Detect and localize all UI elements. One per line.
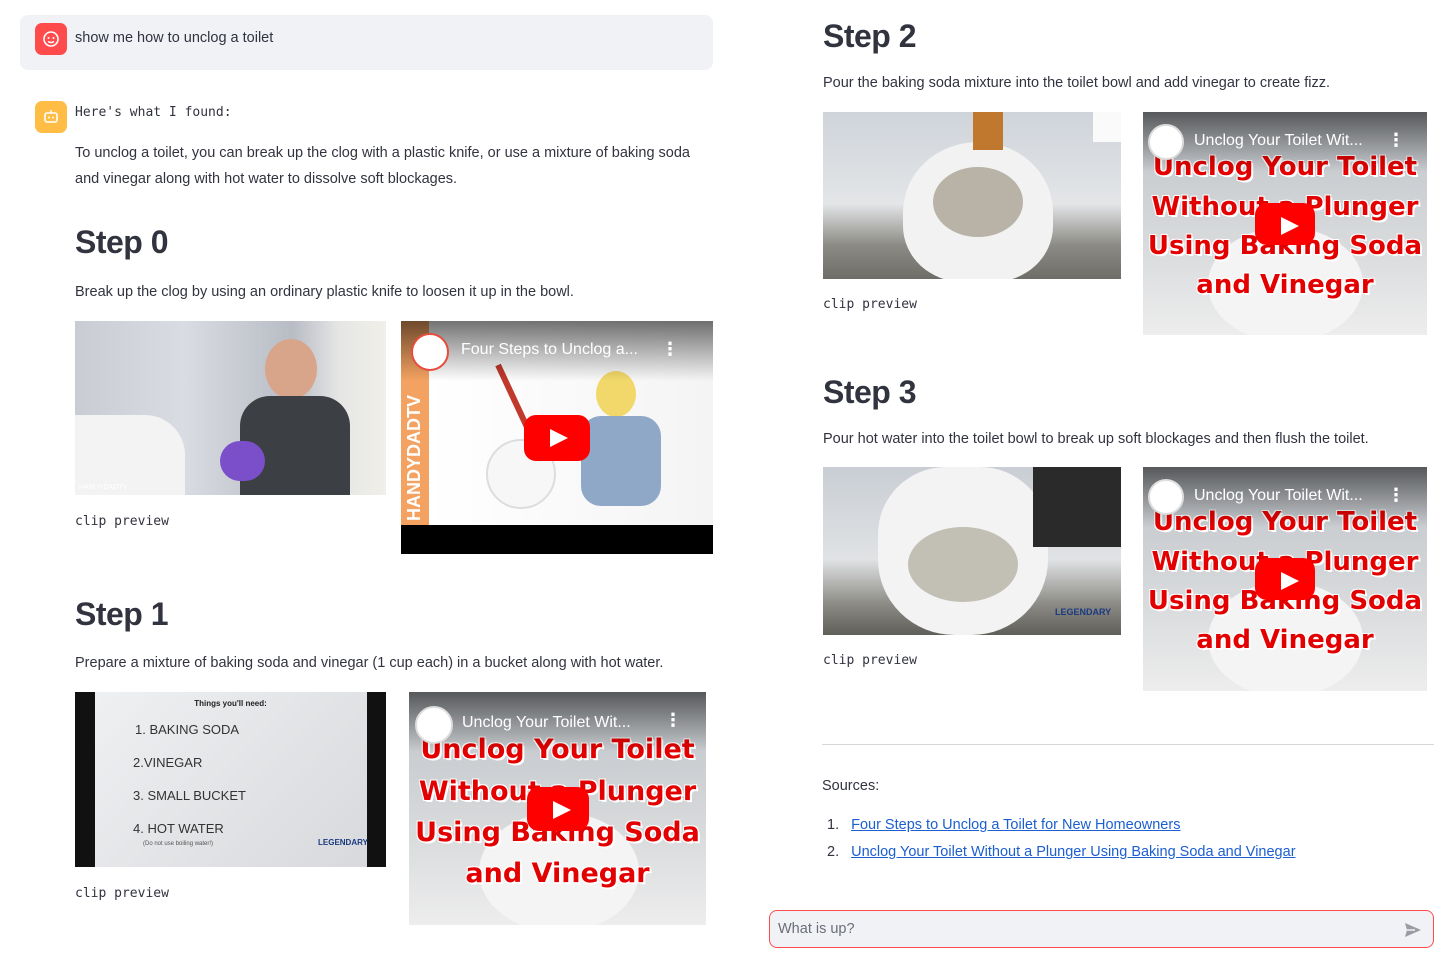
- step-1-description: Prepare a mixture of baking soda and vin…: [75, 655, 664, 671]
- more-options-icon[interactable]: ⋮: [661, 339, 679, 360]
- step-1-clip-preview[interactable]: Things you'll need: 1. BAKING SODA 2.VIN…: [75, 692, 386, 867]
- source-number: 2.: [827, 844, 840, 860]
- video-title[interactable]: Unclog Your Toilet Wit...: [1194, 132, 1363, 150]
- list-note: (Do not use boiling water!): [143, 841, 214, 847]
- step-3-video-embed[interactable]: Unclog Your Toilet Without a Plunger Usi…: [1143, 467, 1427, 691]
- play-icon[interactable]: [524, 414, 590, 461]
- step-0-video-embed[interactable]: HANDYDADTV Four Steps to Unclog a... ⋮: [401, 321, 713, 554]
- divider: [822, 744, 1434, 745]
- legendary-logo: LEGENDARY: [1055, 607, 1112, 617]
- channel-logo-icon[interactable]: [415, 706, 453, 744]
- more-options-icon[interactable]: ⋮: [1387, 130, 1405, 151]
- channel-logo-icon[interactable]: [1148, 479, 1184, 515]
- step-2-title: Step 2: [823, 18, 917, 54]
- step-3-title: Step 3: [823, 374, 917, 410]
- step-2-caption: clip preview: [823, 297, 917, 312]
- thumb-line: and Vinegar: [1196, 270, 1374, 300]
- sources-label: Sources:: [822, 778, 880, 794]
- step-2-description: Pour the baking soda mixture into the to…: [823, 75, 1330, 91]
- clip-watermark: HANDYDADTV: [79, 484, 128, 491]
- step-0-description: Break up the clog by using an ordinary p…: [75, 284, 574, 300]
- step-1-title: Step 1: [75, 596, 169, 632]
- list-item: 1. BAKING SODA: [135, 722, 240, 737]
- list-item: 4. HOT WATER: [133, 821, 224, 836]
- source-link[interactable]: Unclog Your Toilet Without a Plunger Usi…: [851, 844, 1295, 860]
- step-1-caption: clip preview: [75, 886, 169, 901]
- video-side-text: HANDYDADTV: [404, 395, 424, 521]
- chat-input[interactable]: [778, 918, 1378, 940]
- play-icon[interactable]: [1255, 558, 1315, 600]
- source-link[interactable]: Four Steps to Unclog a Toilet for New Ho…: [851, 817, 1180, 833]
- play-icon[interactable]: [1255, 202, 1315, 245]
- step-1-video-embed[interactable]: Unclog Your Toilet Without a Plunger Usi…: [409, 692, 706, 925]
- list-item: 2.VINEGAR: [133, 755, 203, 770]
- bot-avatar-icon: [35, 101, 67, 133]
- step-3-clip-preview[interactable]: LEGENDARY: [823, 467, 1121, 635]
- step-0-title: Step 0: [75, 224, 169, 260]
- step-0-clip-preview[interactable]: HANDYDADTV: [75, 321, 386, 495]
- more-options-icon[interactable]: ⋮: [1387, 485, 1405, 506]
- step-2-video-embed[interactable]: Unclog Your Toilet Without a Plunger Usi…: [1143, 112, 1427, 335]
- step-2-clip-preview[interactable]: [823, 112, 1121, 279]
- video-title[interactable]: Four Steps to Unclog a...: [461, 341, 638, 359]
- channel-logo-icon[interactable]: [411, 333, 449, 371]
- channel-logo-icon[interactable]: [1148, 124, 1184, 160]
- found-label: Here's what I found:: [75, 105, 232, 120]
- more-options-icon[interactable]: ⋮: [664, 710, 682, 731]
- user-message-text: show me how to unclog a toilet: [75, 30, 274, 46]
- video-title[interactable]: Unclog Your Toilet Wit...: [462, 714, 631, 732]
- user-avatar-icon: [35, 23, 67, 55]
- step-3-caption: clip preview: [823, 653, 917, 668]
- list-heading: Things you'll need:: [194, 699, 267, 708]
- play-icon[interactable]: [526, 786, 589, 831]
- list-item: 3. SMALL BUCKET: [133, 788, 246, 803]
- thumb-line: and Vinegar: [1196, 625, 1374, 655]
- user-message: show me how to unclog a toilet: [20, 15, 713, 70]
- legendary-logo: LEGENDARY: [318, 838, 368, 847]
- step-0-caption: clip preview: [75, 514, 169, 529]
- send-icon[interactable]: [1403, 920, 1423, 940]
- video-title[interactable]: Unclog Your Toilet Wit...: [1194, 487, 1363, 505]
- source-item: 2. Unclog Your Toilet Without a Plunger U…: [827, 844, 1296, 860]
- step-3-description: Pour hot water into the toilet bowl to b…: [823, 431, 1369, 447]
- chat-input-container: [769, 910, 1434, 948]
- source-number: 1.: [827, 817, 840, 833]
- source-item: 1. Four Steps to Unclog a Toilet for New …: [827, 817, 1180, 833]
- intro-text: To unclog a toilet, you can break up the…: [75, 145, 690, 187]
- thumb-line: and Vinegar: [465, 858, 650, 889]
